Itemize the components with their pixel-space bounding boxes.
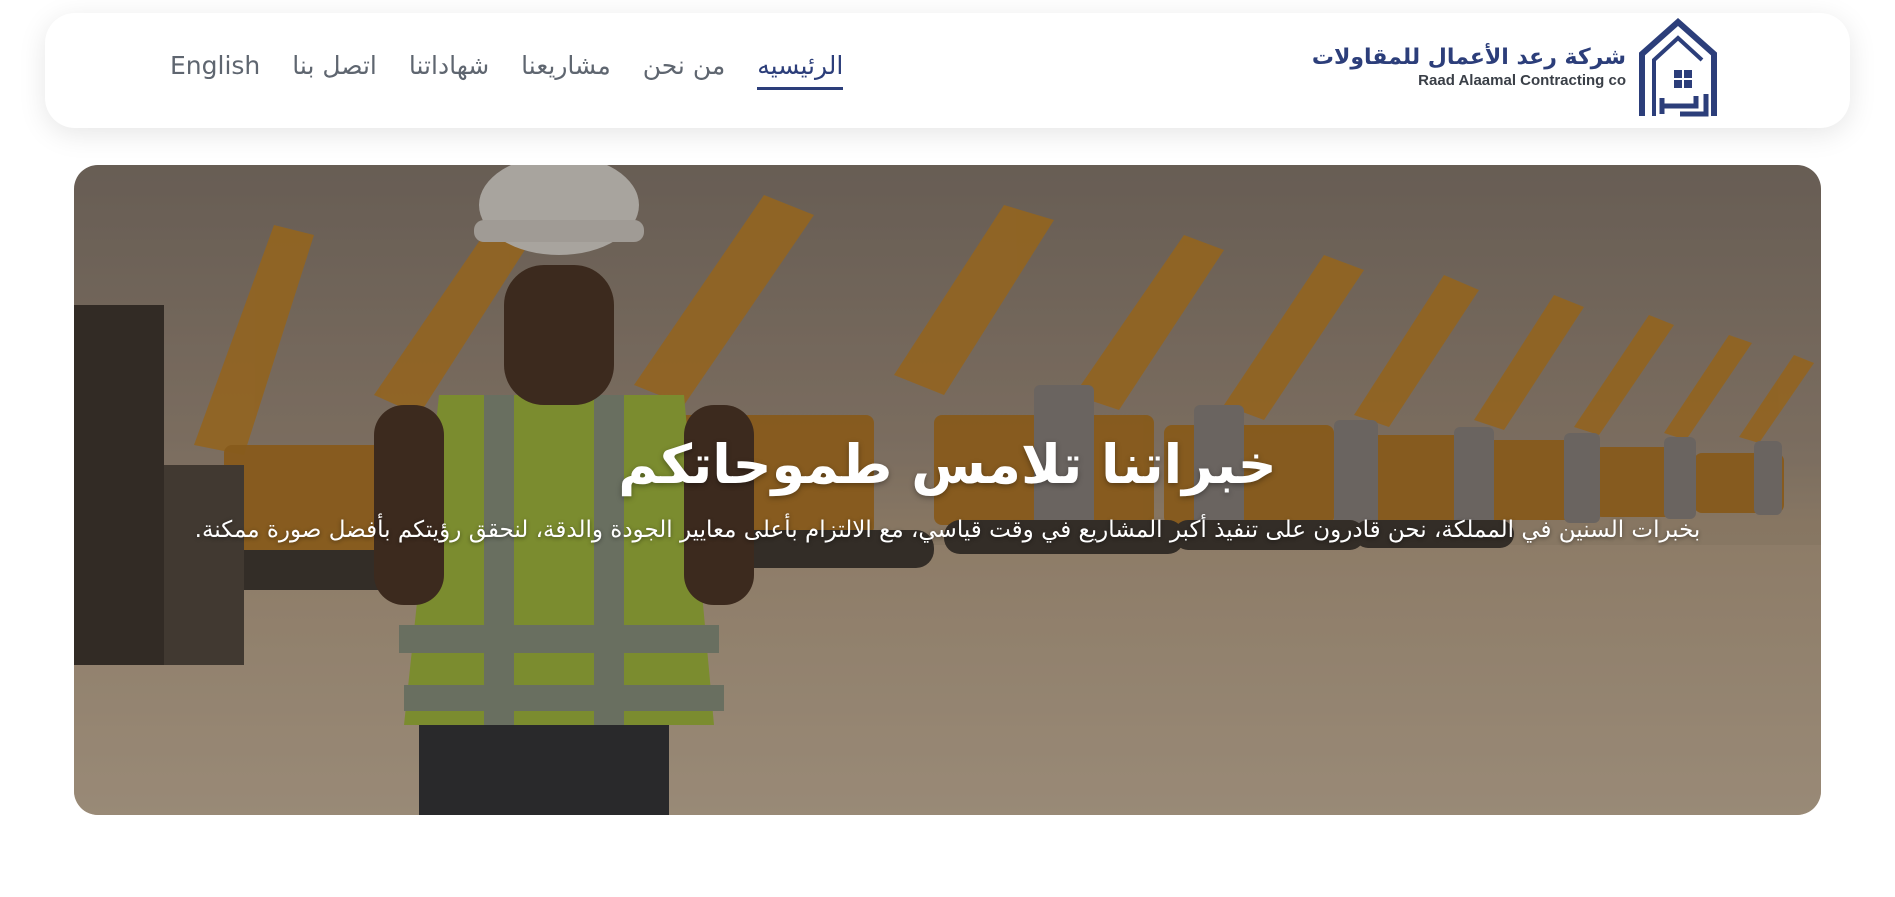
nav-link-projects[interactable]: مشاريعنا bbox=[521, 51, 611, 90]
nav-link-about[interactable]: من نحن bbox=[643, 51, 726, 90]
hero-subtitle: .بخبرات السنين في المملكة، نحن قادرون عل… bbox=[194, 517, 1701, 543]
hero-banner: خبراتنا تلامس طموحاتكم .بخبرات السنين في… bbox=[74, 165, 1821, 815]
logo-english-name: Raad Alaamal Contracting co bbox=[1418, 72, 1626, 90]
logo-text: شركة رعد الأعمال للمقاولات Raad Alaamal … bbox=[1312, 45, 1626, 91]
nav-link-english[interactable]: English bbox=[170, 51, 260, 90]
company-logo[interactable]: شركة رعد الأعمال للمقاولات Raad Alaamal … bbox=[1312, 18, 1720, 118]
house-logo-icon bbox=[1639, 18, 1717, 117]
nav-link-home[interactable]: الرئيسيه bbox=[757, 51, 844, 90]
hero-title: خبراتنا تلامس طموحاتكم bbox=[618, 433, 1277, 496]
nav-link-contact[interactable]: اتصل بنا bbox=[292, 51, 377, 90]
nav-links: English اتصل بنا شهاداتنا مشاريعنا من نح… bbox=[170, 13, 844, 128]
navbar: English اتصل بنا شهاداتنا مشاريعنا من نح… bbox=[45, 13, 1850, 128]
logo-arabic-name: شركة رعد الأعمال للمقاولات bbox=[1311, 45, 1626, 71]
nav-link-certificates[interactable]: شهاداتنا bbox=[409, 51, 489, 90]
